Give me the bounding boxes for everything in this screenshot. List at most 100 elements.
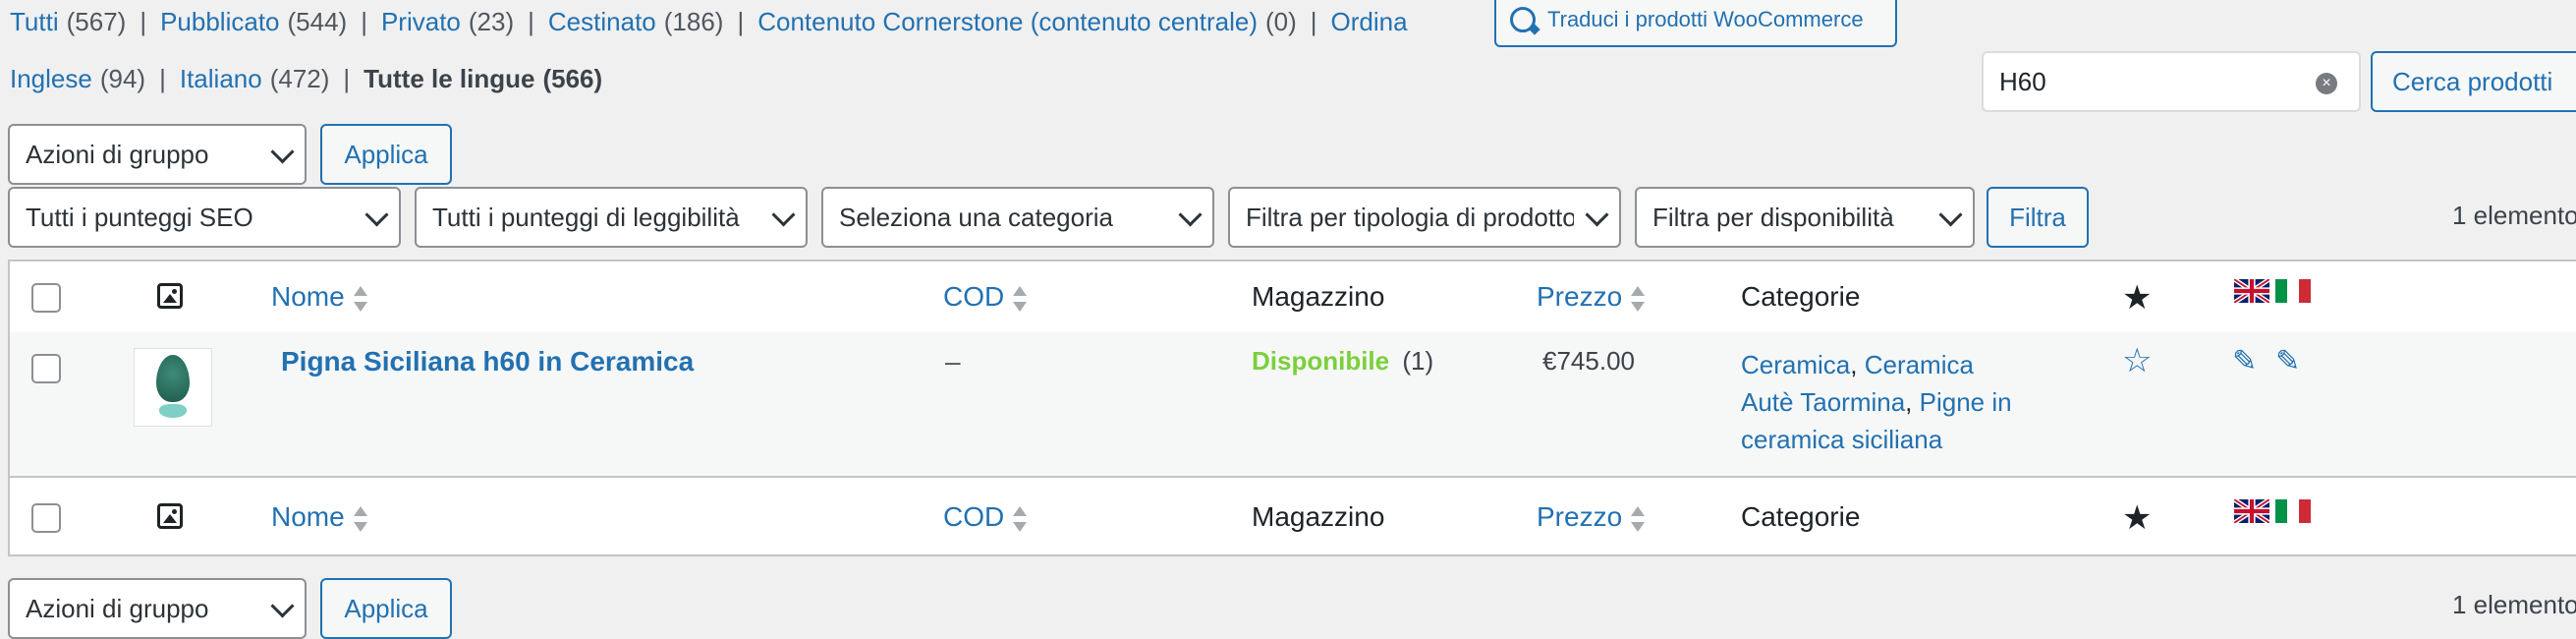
items-count: 1 elemento xyxy=(2452,201,2576,230)
product-sku: – xyxy=(945,346,961,377)
star-filled-icon[interactable]: ★ xyxy=(2122,501,2152,535)
column-sku-bottom[interactable]: COD xyxy=(943,501,1028,533)
search-products-button[interactable]: Cerca prodotti xyxy=(2371,51,2576,112)
column-price-bottom[interactable]: Prezzo xyxy=(1537,501,1646,533)
translate-products-button[interactable]: Traduci i prodotti WooCommerce xyxy=(1494,0,1897,47)
bulk-actions-select-bottom[interactable]: Azioni di gruppo xyxy=(8,578,307,639)
flag-uk-icon xyxy=(2234,279,2269,303)
table-footer: Nome COD Magazzino Prezzo Categorie ★ xyxy=(10,478,2576,554)
filter-published[interactable]: Pubblicato xyxy=(160,7,279,37)
filter-trash[interactable]: Cestinato xyxy=(548,7,656,37)
lang-italian[interactable]: Italiano xyxy=(180,64,262,94)
lang-english[interactable]: Inglese xyxy=(10,64,92,94)
filter-cornerstone-count: (0) xyxy=(1264,6,1297,36)
bulk-actions-value: Azioni di gruppo xyxy=(26,593,209,623)
translate-products-label: Traduci i prodotti WooCommerce xyxy=(1547,7,1864,31)
chevron-down-icon xyxy=(1178,203,1203,227)
chevron-down-icon xyxy=(270,140,295,164)
product-thumbnail[interactable] xyxy=(134,348,212,427)
column-stock: Magazzino xyxy=(1252,281,1385,312)
category-select[interactable]: Seleziona una categoria xyxy=(821,187,1214,248)
column-categories-bottom: Categorie xyxy=(1741,501,1861,532)
chevron-down-icon xyxy=(771,203,796,227)
flag-uk-icon xyxy=(2234,499,2269,523)
bulk-apply-button[interactable]: Applica xyxy=(320,124,452,185)
image-icon xyxy=(157,503,183,529)
category-link-cont[interactable]: ceramica siciliana xyxy=(1741,425,1942,454)
row-checkbox[interactable] xyxy=(31,354,61,383)
product-name-link[interactable]: Pigna Siciliana h60 in Ceramica xyxy=(281,346,694,378)
sort-icon xyxy=(1630,505,1646,532)
readability-score-value: Tutti i punteggi di leggibilità xyxy=(432,202,740,232)
filter-published-count: (544) xyxy=(287,6,348,36)
lang-all[interactable]: Tutte le lingue xyxy=(364,64,534,94)
flag-italy-icon xyxy=(2275,499,2311,523)
stock-qty: (1) xyxy=(1402,346,1434,376)
products-table: Nome COD Magazzino Prezzo Categorie ★ Pi… xyxy=(8,260,2576,556)
table-header: Nome COD Magazzino Prezzo Categorie ★ xyxy=(10,261,2576,334)
product-price: €745.00 xyxy=(1542,346,1635,376)
bulk-actions-select[interactable]: Azioni di gruppo xyxy=(8,124,307,185)
column-price[interactable]: Prezzo xyxy=(1537,281,1646,313)
category-link[interactable]: Ceramica xyxy=(1741,350,1850,379)
filter-private[interactable]: Privato xyxy=(381,7,461,37)
column-sku[interactable]: COD xyxy=(943,281,1028,313)
sort-icon xyxy=(1630,285,1646,312)
seo-score-select[interactable]: Tutti i punteggi SEO xyxy=(8,187,401,248)
filter-private-count: (23) xyxy=(468,6,515,36)
stock-status-select[interactable]: Filtra per disponibilità xyxy=(1635,187,1975,248)
language-filters: Inglese (94) | Italiano (472) | Tutte le… xyxy=(10,63,603,94)
sort-icon xyxy=(353,285,368,312)
column-categories: Categorie xyxy=(1741,281,1861,312)
lang-english-count: (94) xyxy=(99,63,146,93)
column-sku-label: COD xyxy=(943,501,1005,532)
column-price-label: Prezzo xyxy=(1537,501,1623,532)
filter-cornerstone[interactable]: Contenuto Cornerstone (contenuto central… xyxy=(757,7,1258,37)
column-stock-bottom: Magazzino xyxy=(1252,501,1385,532)
product-categories: Ceramica, Ceramica Autè Taormina, Pigne … xyxy=(1741,350,2012,454)
select-all-checkbox[interactable] xyxy=(31,283,61,313)
stock-status: Disponibile xyxy=(1252,346,1390,376)
category-link[interactable]: Autè Taormina xyxy=(1741,387,1905,417)
filter-all-count: (567) xyxy=(66,6,127,36)
sort-icon xyxy=(353,505,368,532)
sort-icon xyxy=(1012,505,1028,532)
filter-button[interactable]: Filtra xyxy=(1987,187,2089,248)
status-filters: Tutti (567) | Pubblicato (544) | Privato… xyxy=(10,6,1408,37)
readability-score-select[interactable]: Tutti i punteggi di leggibilità xyxy=(415,187,808,248)
product-type-value: Filtra per tipologia di prodotto xyxy=(1246,202,1574,232)
column-name-bottom[interactable]: Nome xyxy=(271,501,368,533)
star-filled-icon[interactable]: ★ xyxy=(2122,281,2152,315)
select-all-checkbox-bottom[interactable] xyxy=(31,503,61,533)
lang-italian-count: (472) xyxy=(269,63,330,93)
stock-status-value: Filtra per disponibilità xyxy=(1652,202,1894,232)
bulk-actions-value: Azioni di gruppo xyxy=(26,139,209,169)
product-image-pine xyxy=(156,355,190,402)
search-input[interactable]: H60 × xyxy=(1982,51,2361,112)
column-sku-label: COD xyxy=(943,281,1005,312)
translate-icon xyxy=(1510,7,1536,32)
search-clear-icon[interactable]: × xyxy=(2316,73,2337,94)
pencil-icon[interactable]: ✎ xyxy=(2275,344,2300,378)
product-type-select[interactable]: Filtra per tipologia di prodotto xyxy=(1228,187,1621,248)
column-name-label: Nome xyxy=(271,281,345,312)
filter-all[interactable]: Tutti xyxy=(10,7,59,37)
sort-icon xyxy=(1012,285,1028,312)
category-value: Seleziona una categoria xyxy=(839,202,1113,232)
chevron-down-icon xyxy=(1938,203,1963,227)
flag-italy-icon xyxy=(2275,279,2311,303)
seo-score-value: Tutti i punteggi SEO xyxy=(26,202,253,232)
search-input-value: H60 xyxy=(1999,66,2046,96)
column-name[interactable]: Nome xyxy=(271,281,368,313)
category-link[interactable]: Ceramica xyxy=(1865,350,1974,379)
filter-sort[interactable]: Ordina xyxy=(1331,7,1408,37)
chevron-down-icon xyxy=(1585,203,1609,227)
category-link[interactable]: Pigne in xyxy=(1920,387,2012,417)
table-row: Pigna Siciliana h60 in Ceramica – Dispon… xyxy=(10,332,2576,478)
bulk-apply-button-bottom[interactable]: Applica xyxy=(320,578,452,639)
items-count-bottom: 1 elemento xyxy=(2452,590,2576,619)
pencil-icon[interactable]: ✎ xyxy=(2232,344,2257,378)
star-outline-icon[interactable]: ☆ xyxy=(2122,344,2152,378)
image-icon xyxy=(157,283,183,309)
product-stock: Disponibile (1) xyxy=(1252,346,1433,377)
